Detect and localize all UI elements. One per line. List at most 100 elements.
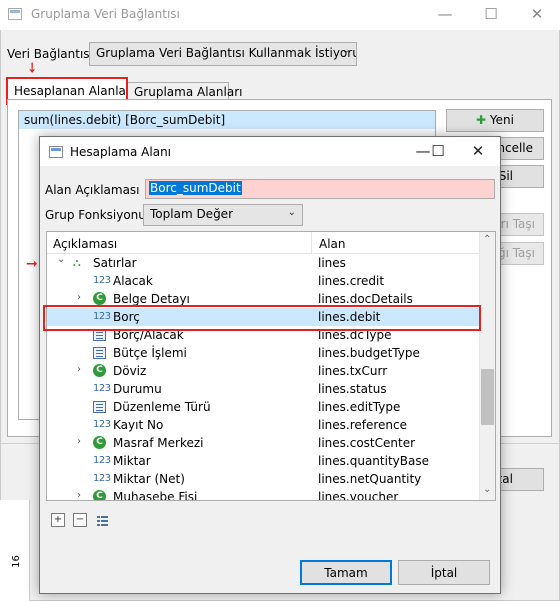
dialog-title-bar: Hesaplama Alanı — ☐ ✕ [40,137,500,166]
tree-row[interactable]: › C Muhasebe Fisi lines.voucher [47,488,479,501]
chevron-down-icon: ⌄ [341,45,350,56]
chevron-right-icon[interactable]: › [77,292,81,303]
tree-row-alan: lines.netQuantity [318,472,422,486]
tree-row[interactable]: ⌄ ⛬ Satırlar lines [47,254,479,272]
tree-row-label: Düzenleme Türü [113,400,211,414]
ruler [0,500,30,601]
number-icon: 123 [93,473,111,484]
chevron-down-icon: ⌄ [287,207,296,218]
tree-row-alan: lines.status [318,382,387,396]
tamam-button[interactable]: Tamam [300,560,392,585]
tree-row-alan: lines.docDetails [318,292,413,306]
tree-row-alan: lines [318,256,346,270]
grup-fonksiyonu-label: Grup Fonksiyonu [45,208,146,222]
number-icon: 123 [93,383,111,394]
alan-aciklamasi-input[interactable]: Borc_sumDebit [145,179,495,199]
close-icon[interactable]: ✕ [514,0,560,30]
tree-row[interactable]: Bütçe İşlemi lines.budgetType [47,344,479,362]
tree-rows: ⌄ ⛬ Satırlar lines 123 Alacak lines.credit › C Be… [47,254,479,500]
dialog-title: Hesaplama Alanı [70,145,172,159]
tree-row-alan: lines.reference [318,418,408,432]
tree-row-label: Miktar (Net) [113,472,185,486]
chevron-right-icon[interactable]: › [77,436,81,447]
list-icon [93,401,106,413]
iptal-button[interactable]: İptal [398,560,490,585]
tree-row[interactable]: Borç/Alacak lines.dcType [47,326,479,344]
tree-row[interactable]: 123 Miktar lines.quantityBase [47,452,479,470]
list-view-icon[interactable] [95,513,109,527]
number-icon: 123 [93,455,111,466]
scroll-down-icon[interactable]: ⌄ [483,484,491,495]
vertical-scrollbar[interactable] [479,232,495,500]
column-header-aciklama[interactable]: Açıklaması [47,232,312,254]
tree-row-alan: lines.budgetType [318,346,420,360]
yeni-button[interactable]: ✚ Yeni [446,109,544,132]
maximize-icon[interactable]: ☐ [468,0,514,30]
chevron-right-icon[interactable]: › [77,490,81,500]
tree-row-alan: lines.credit [318,274,385,288]
scrollbar-thumb[interactable] [481,369,494,425]
collapse-all-icon[interactable]: − [73,513,87,527]
tree-row-alan: lines.voucher [318,490,399,501]
tree-row[interactable]: 123 Kayıt No lines.reference [47,416,479,434]
veri-select-value: Gruplama Veri Bağlantısı Kullanmak İstiy… [96,46,357,60]
number-icon: 123 [93,275,111,286]
tree-row-label: Satırlar [93,256,137,270]
class-icon: C [93,364,106,377]
tree-row[interactable]: 123 Miktar (Net) lines.netQuantity [47,470,479,488]
tree-row[interactable]: › C Belge Detayı lines.docDetails [47,290,479,308]
ruler-label: 16 [10,555,22,568]
tree-row-alan: lines.debit [318,310,381,324]
expand-all-icon[interactable]: + [51,513,65,527]
class-icon: C [93,436,106,449]
alan-aciklamasi-label: Alan Açıklaması [45,183,140,197]
veri-label: Veri Bağlantısı [7,47,93,61]
red-arrow-icon: ➞ [26,256,38,272]
list-icon [93,329,106,341]
chevron-right-icon[interactable]: › [77,364,81,375]
field-tree-table[interactable]: Açıklaması Alan ⌄ ⛬ Satırlar lines 123 Alacak… [46,231,496,501]
tree-row-label: Bütçe İşlemi [113,346,187,360]
class-icon: C [93,292,106,305]
tree-row-label: Masraf Merkezi [113,436,204,450]
tree-row-label: Borç/Alacak [113,328,184,342]
hesaplama-dialog: Hesaplama Alanı — ☐ ✕ Alan Açıklaması Bo… [26,136,501,594]
number-icon: 123 [93,311,111,322]
tree-row-alan: lines.quantityBase [318,454,429,468]
tree-row-label: Kayıt No [113,418,164,432]
tree-icon: ⛬ [73,256,81,269]
tree-row-label: Belge Detayı [113,292,190,306]
tree-row-label: Muhasebe Fisi [113,490,198,501]
tree-row[interactable]: › C Döviz lines.txCurr [47,362,479,380]
grup-fonksiyonu-select[interactable]: Toplam Değer ⌄ [143,204,303,226]
tree-row-label: Durumu [113,382,162,396]
minimize-icon[interactable]: — [422,0,468,30]
tree-row[interactable]: 123 Alacak lines.credit [47,272,479,290]
tree-row[interactable]: 123 Durumu lines.status [47,380,479,398]
tree-row-alan: lines.costCenter [318,436,416,450]
tree-row-alan: lines.dcType [318,328,392,342]
chevron-down-icon[interactable]: ⌄ [57,254,65,265]
dialog-app-icon [49,146,63,158]
number-icon: 123 [93,419,111,430]
close-icon[interactable]: ✕ [456,137,500,166]
tree-row-label: Borç [113,310,140,324]
veri-select[interactable]: Gruplama Veri Bağlantısı Kullanmak İstiy… [89,42,357,66]
list-item[interactable]: sum(lines.debit) [Borc_sumDebit] [19,111,435,129]
scroll-up-icon[interactable]: ⌃ [483,234,491,245]
plus-icon: ✚ [476,113,487,127]
grup-fonksiyonu-value: Toplam Değer [150,207,233,221]
maximize-icon[interactable]: ☐ [416,137,460,166]
parent-title-bar: Gruplama Veri Bağlantısı — ☐ ✕ [0,0,560,30]
app-icon [8,8,22,20]
tree-row[interactable]: › C Masraf Merkezi lines.costCenter [47,434,479,452]
column-header-alan[interactable]: Alan [313,232,479,254]
list-item-label: sum(lines.debit) [Borc_sumDebit] [24,113,226,127]
tree-row[interactable]: 123 Borç lines.debit [47,308,479,326]
alan-aciklamasi-value: Borc_sumDebit [149,181,242,195]
tree-row-label: Döviz [113,364,147,378]
tree-row-alan: lines.editType [318,400,401,414]
parent-title: Gruplama Veri Bağlantısı [31,7,180,21]
tree-row-label: Alacak [113,274,153,288]
tree-row[interactable]: Düzenleme Türü lines.editType [47,398,479,416]
